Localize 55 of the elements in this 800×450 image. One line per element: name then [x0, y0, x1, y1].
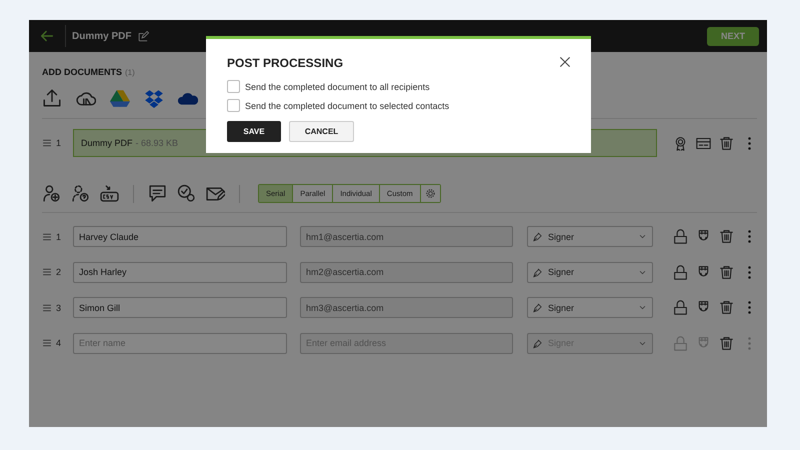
role-dropdown[interactable]: Signer — [527, 297, 653, 318]
row-number: 4 — [56, 338, 62, 348]
settings-icon — [424, 188, 436, 199]
section-heading: ADD DOCUMENTS — [42, 67, 122, 77]
checkbox[interactable] — [227, 80, 240, 93]
drag-handle-icon[interactable] — [42, 302, 52, 313]
document-title: Dummy PDF — [72, 30, 132, 42]
box-logo-icon[interactable] — [144, 88, 164, 108]
drag-handle-icon[interactable] — [42, 232, 52, 242]
name-field[interactable]: Simon Gill — [73, 297, 287, 318]
row-number: 1 — [56, 138, 62, 148]
delete-icon[interactable] — [719, 136, 734, 150]
row-number: 2 — [56, 267, 62, 278]
name-field[interactable]: Josh Harley — [73, 262, 287, 283]
option-label: Send the completed document to all recipients — [245, 82, 430, 92]
cancel-button[interactable]: CANCEL — [289, 121, 354, 142]
delete-icon[interactable] — [719, 300, 734, 316]
card-icon[interactable] — [696, 136, 711, 150]
check-gear-icon[interactable] — [177, 184, 196, 203]
role-dropdown[interactable]: Signer — [527, 262, 653, 283]
email-field[interactable]: hm2@ascertia.com — [300, 262, 513, 283]
delete-icon[interactable] — [719, 336, 734, 351]
pen-icon — [532, 302, 543, 314]
comment-icon[interactable] — [148, 184, 167, 203]
email-field[interactable]: hm3@ascertia.com — [300, 297, 513, 318]
award-icon[interactable] — [673, 136, 688, 150]
email-field[interactable]: hm1@ascertia.com — [300, 226, 513, 248]
add-user-icon[interactable] — [42, 184, 61, 203]
delete-icon[interactable] — [719, 229, 734, 244]
row-number: 3 — [56, 302, 62, 313]
drag-handle-icon[interactable] — [42, 338, 52, 348]
close-icon[interactable] — [558, 54, 572, 68]
user-question-icon[interactable] — [71, 184, 90, 203]
pen-icon — [532, 266, 543, 278]
lock-icon[interactable] — [673, 229, 688, 244]
option-label: Send the completed document to selected contacts — [245, 100, 450, 110]
document-name: Dummy PDF — [81, 138, 132, 148]
edit-icon[interactable] — [137, 30, 150, 42]
triangle-logo-icon[interactable] — [110, 88, 130, 108]
dialog-title: POST PROCESSING — [227, 55, 344, 70]
row-number: 1 — [56, 232, 62, 242]
back-arrow-icon[interactable] — [39, 28, 55, 44]
drag-handle-icon[interactable] — [42, 138, 52, 148]
pen-icon — [532, 338, 543, 349]
name-field[interactable]: Harvey Claude — [73, 226, 287, 248]
lock-icon[interactable] — [673, 264, 688, 280]
delete-icon[interactable] — [719, 264, 734, 280]
csv-import-icon[interactable] — [100, 184, 119, 203]
drag-handle-icon[interactable] — [42, 267, 52, 278]
checkbox[interactable] — [227, 99, 240, 112]
pen-icon — [532, 231, 543, 242]
save-button[interactable]: SAVE — [227, 121, 281, 142]
upload-icon[interactable] — [42, 88, 62, 108]
role-dropdown[interactable]: Signer — [527, 226, 653, 248]
lock-icon[interactable] — [673, 300, 688, 316]
